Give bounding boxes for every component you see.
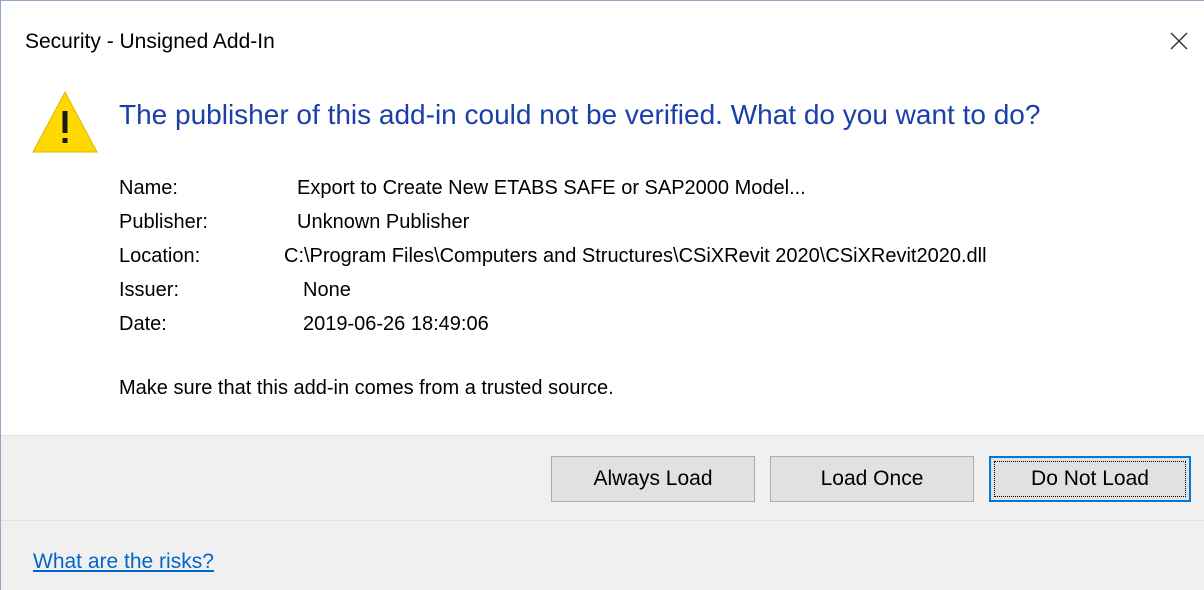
security-dialog: Security - Unsigned Add-In The publisher… (0, 0, 1204, 590)
issuer-label: Issuer: (119, 279, 180, 301)
footer: What are the risks? (1, 521, 1204, 590)
issuer-value: None (303, 279, 351, 301)
location-value: C:\Program Files\Computers and Structure… (284, 245, 987, 267)
trust-note: Make sure that this add-in comes from a … (119, 377, 614, 399)
headline: The publisher of this add-in could not b… (119, 99, 1041, 130)
what-are-the-risks-link[interactable]: What are the risks? (33, 549, 214, 575)
location-label: Location: (119, 245, 201, 267)
title-bar[interactable]: Security - Unsigned Add-In (1, 1, 1204, 81)
do-not-load-button[interactable]: Do Not Load (989, 456, 1191, 502)
date-value: 2019-06-26 18:49:06 (303, 313, 489, 335)
always-load-button[interactable]: Always Load (551, 456, 755, 502)
warning-triangle-icon (31, 89, 99, 155)
close-icon (1170, 32, 1188, 50)
name-value: Export to Create New ETABS SAFE or SAP20… (297, 177, 806, 199)
publisher-label: Publisher: (119, 211, 208, 233)
button-bar: Always Load Load Once Do Not Load (1, 435, 1204, 521)
publisher-value: Unknown Publisher (297, 211, 470, 233)
close-button[interactable] (1157, 19, 1201, 63)
date-label: Date: (119, 313, 167, 335)
window-title: Security - Unsigned Add-In (25, 30, 275, 53)
name-label: Name: (119, 177, 178, 199)
load-once-button[interactable]: Load Once (770, 456, 974, 502)
